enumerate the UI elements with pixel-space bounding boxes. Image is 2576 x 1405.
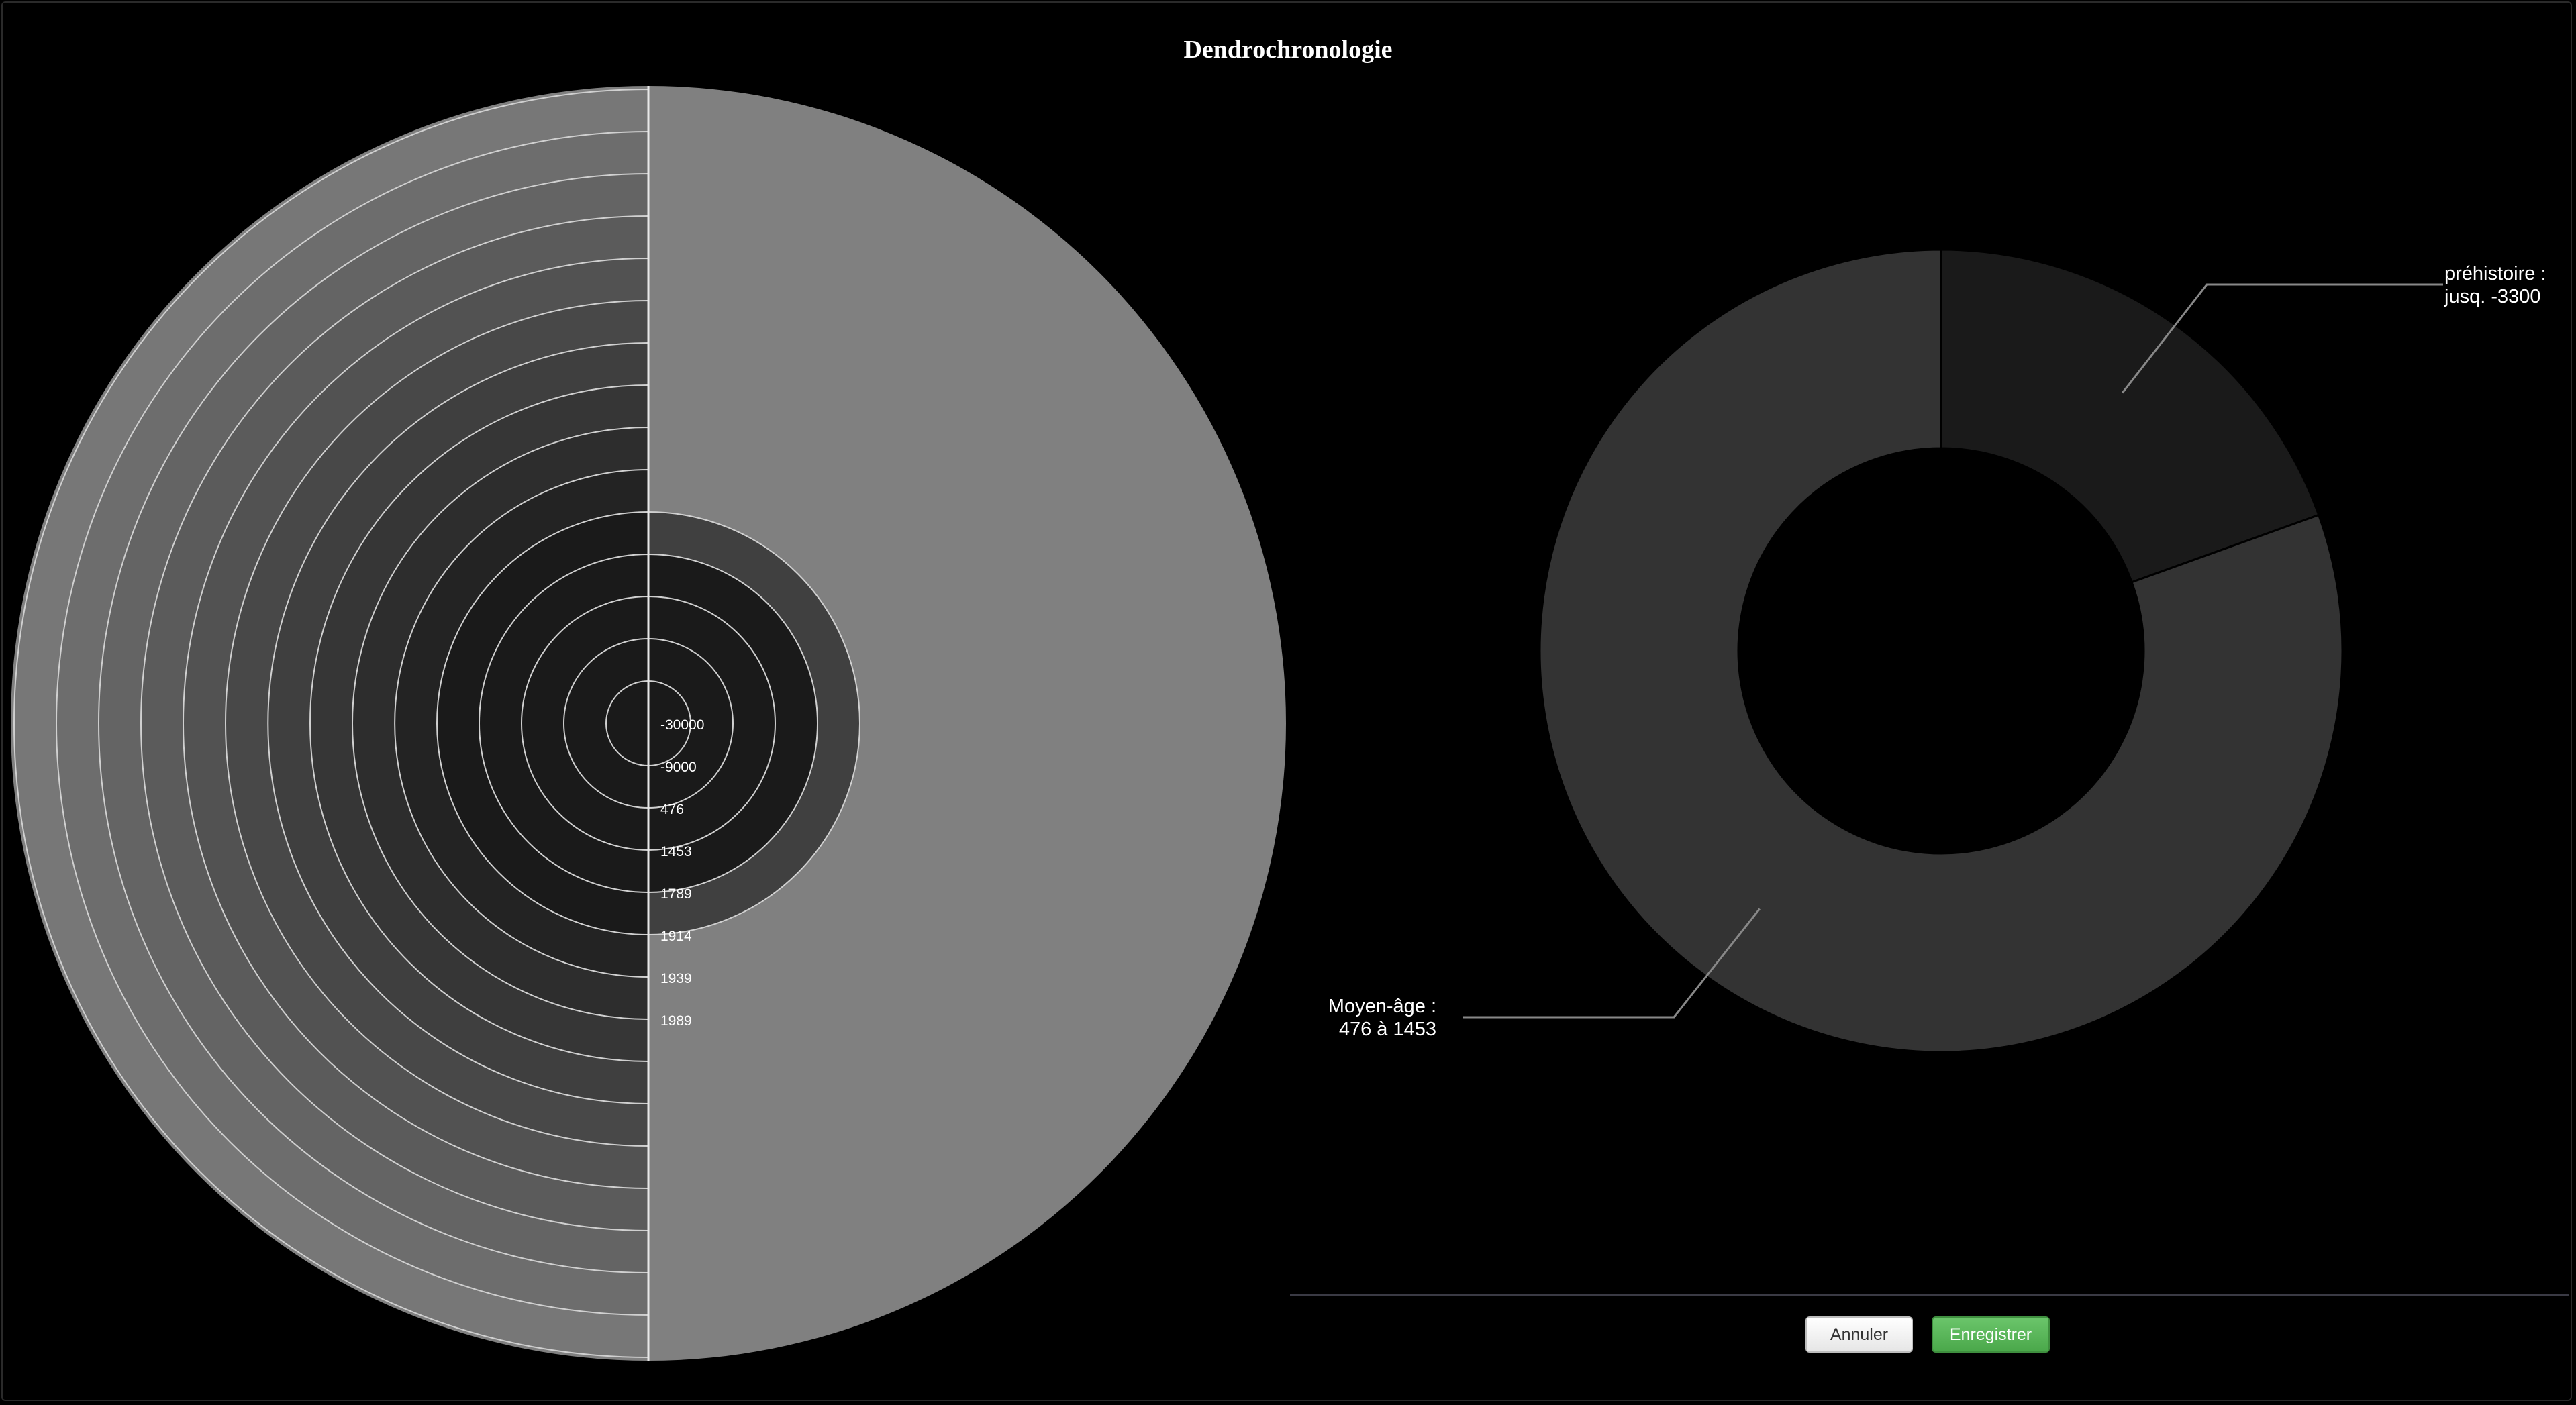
save-button[interactable]: Enregistrer	[1932, 1316, 2050, 1353]
donut-slice-label: Moyen-âge :	[1328, 996, 1436, 1017]
donut-slice-label: jusq. -3300	[2444, 286, 2541, 307]
footer-divider	[1290, 1294, 2569, 1296]
donut-slice-label: 476 à 1453	[1339, 1019, 1436, 1040]
donut-slice-label: préhistoire :	[2444, 263, 2546, 284]
cancel-button[interactable]: Annuler	[1805, 1316, 1913, 1353]
period-donut-chart: préhistoire :jusq. -3300 Moyen-âge :476 à…	[1328, 248, 2546, 1053]
donut-slice	[1940, 248, 2320, 584]
